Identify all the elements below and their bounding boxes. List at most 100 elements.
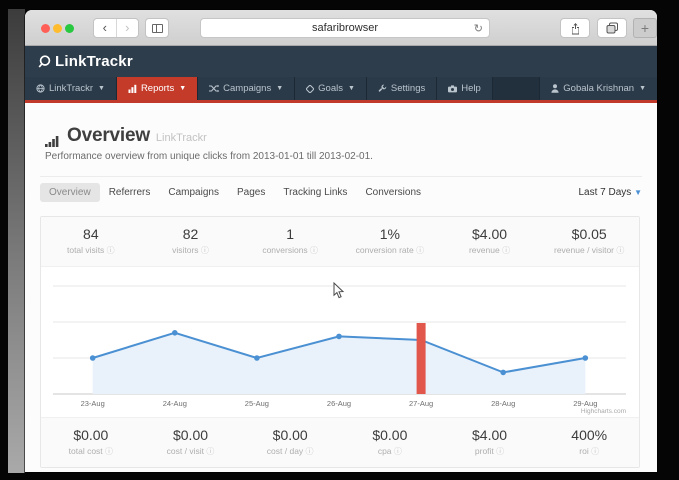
stat-value: $0.00: [41, 427, 141, 443]
tab-campaigns[interactable]: Campaigns: [159, 183, 228, 202]
date-range-dropdown[interactable]: Last 7 Days ▼: [578, 187, 642, 198]
info-icon[interactable]: ⓘ: [306, 447, 314, 456]
info-icon[interactable]: ⓘ: [105, 447, 113, 456]
svg-text:27-Aug: 27-Aug: [409, 399, 433, 408]
plus-icon: +: [641, 20, 649, 36]
bar-chart-icon: [128, 84, 137, 93]
share-icon: [570, 22, 581, 35]
forward-button[interactable]: ›: [116, 19, 139, 37]
history-nav-group: ‹ ›: [93, 18, 139, 38]
globe-icon: [36, 84, 45, 93]
info-icon[interactable]: ⓘ: [206, 447, 214, 456]
wrench-icon: [378, 84, 387, 93]
sidebar-icon: [152, 24, 163, 33]
svg-text:24-Aug: 24-Aug: [163, 399, 187, 408]
stat-cpa: $0.00 cpa ⓘ: [340, 427, 440, 457]
shuffle-icon: [209, 84, 219, 93]
stat-conversion-rate: 1%conversion rate ⓘ: [340, 226, 440, 256]
page-head: Overview LinkTrackr Performance overview…: [25, 103, 657, 162]
sidebar-toggle-button[interactable]: [145, 18, 169, 38]
stat-visitors: 82 visitors ⓘ: [141, 226, 241, 256]
stat-value: $4.00: [440, 427, 540, 443]
tab-conversions[interactable]: Conversions: [356, 183, 430, 202]
nav-item-user-menu[interactable]: Gobala Krishnan ▼: [539, 77, 657, 100]
stat-value: $0.05: [539, 226, 639, 242]
chevron-down-icon: ▼: [348, 85, 355, 92]
info-icon[interactable]: ⓘ: [310, 246, 318, 255]
show-all-tabs-button[interactable]: [597, 18, 627, 38]
tab-tracking-links[interactable]: Tracking Links: [274, 183, 356, 202]
info-icon[interactable]: ⓘ: [496, 447, 504, 456]
chevron-down-icon: ▼: [634, 188, 642, 197]
main-nav: LinkTrackr▼Reports▼Campaigns▼Goals▼Setti…: [25, 77, 657, 100]
stat-label: profit ⓘ: [440, 446, 540, 457]
stat-value: 82: [141, 226, 241, 242]
tab-overview[interactable]: Overview: [40, 183, 100, 202]
svg-text:28-Aug: 28-Aug: [491, 399, 515, 408]
new-tab-button[interactable]: +: [633, 18, 657, 38]
nav-item-label: Settings: [391, 83, 425, 94]
nav-item-campaigns[interactable]: Campaigns ▼: [198, 77, 295, 100]
desktop-background: [8, 9, 25, 473]
address-bar[interactable]: safaribrowser ↻: [200, 18, 490, 38]
zoom-window-button[interactable]: [65, 24, 74, 33]
chevron-down-icon: ▼: [98, 85, 105, 92]
tab-pages[interactable]: Pages: [228, 183, 274, 202]
stat-profit: $4.00 profit ⓘ: [440, 427, 540, 457]
stat-label: cpa ⓘ: [340, 446, 440, 457]
info-icon[interactable]: ⓘ: [201, 246, 209, 255]
stats-row-top: 84total visits ⓘ82visitors ⓘ1conversions…: [41, 217, 639, 267]
nav-item-reports[interactable]: Reports▼: [117, 77, 198, 100]
info-icon[interactable]: ⓘ: [591, 447, 599, 456]
stat-label: revenue / visitor ⓘ: [539, 245, 639, 256]
report-tabs: OverviewReferrersCampaignsPagesTracking …: [40, 176, 642, 208]
info-icon[interactable]: ⓘ: [616, 246, 624, 255]
stat-cost-visit: $0.00cost / visit ⓘ: [141, 427, 241, 457]
safari-window: ‹ › safaribrowser ↻: [25, 10, 657, 472]
stat-label: total cost ⓘ: [41, 446, 141, 457]
svg-text:26-Aug: 26-Aug: [327, 399, 351, 408]
stat-label: conversion rate ⓘ: [340, 245, 440, 256]
chevron-down-icon: ▼: [639, 85, 646, 92]
share-button[interactable]: [560, 18, 590, 38]
highcharts-credit[interactable]: Highcharts.com: [581, 408, 626, 415]
close-window-button[interactable]: [41, 24, 50, 33]
stat-total-visits: 84total visits ⓘ: [41, 226, 141, 256]
app-header: LinkTrackr: [25, 46, 657, 77]
diamond-icon: [306, 85, 314, 93]
nav-item-label: Reports: [141, 83, 174, 94]
nav-item-goals[interactable]: Goals ▼: [295, 77, 367, 100]
info-icon[interactable]: ⓘ: [416, 246, 424, 255]
stat-value: $0.00: [141, 427, 241, 443]
nav-item-help[interactable]: Help: [437, 77, 493, 100]
minimize-window-button[interactable]: [53, 24, 62, 33]
nav-item-label: Campaigns: [223, 83, 271, 94]
titlebar[interactable]: ‹ › safaribrowser ↻: [25, 10, 657, 46]
overview-panel: 84total visits ⓘ82visitors ⓘ1conversions…: [40, 216, 640, 468]
nav-item-label: LinkTrackr: [49, 83, 93, 94]
tab-referrers[interactable]: Referrers: [100, 183, 160, 202]
date-range-label: Last 7 Days: [578, 187, 631, 198]
linktrackr-logo[interactable]: LinkTrackr: [37, 53, 133, 70]
nav-item-label: Gobala Krishnan: [563, 83, 634, 94]
screenshot-frame: ‹ › safaribrowser ↻: [0, 0, 679, 480]
nav-item-label: Goals: [318, 83, 343, 94]
chevron-down-icon: ▼: [276, 85, 283, 92]
stat-cost-day: $0.00cost / day ⓘ: [240, 427, 340, 457]
stat-value: $0.00: [340, 427, 440, 443]
info-icon[interactable]: ⓘ: [502, 246, 510, 255]
stat-label: visitors ⓘ: [141, 245, 241, 256]
nav-item-linktrackr[interactable]: LinkTrackr ▼: [25, 77, 117, 100]
logo-text: LinkTrackr: [55, 53, 133, 70]
stat-value: 400%: [539, 427, 639, 443]
stat-value: 1: [240, 226, 340, 242]
address-bar-text: safaribrowser: [312, 22, 378, 34]
stat-value: $4.00: [440, 226, 540, 242]
stat-value: $0.00: [240, 427, 340, 443]
info-icon[interactable]: ⓘ: [394, 447, 402, 456]
stat-total-cost: $0.00 total cost ⓘ: [41, 427, 141, 457]
nav-item-settings[interactable]: Settings: [367, 77, 437, 100]
refresh-icon[interactable]: ↻: [474, 22, 483, 35]
back-button[interactable]: ‹: [94, 19, 116, 37]
info-icon[interactable]: ⓘ: [107, 246, 115, 255]
